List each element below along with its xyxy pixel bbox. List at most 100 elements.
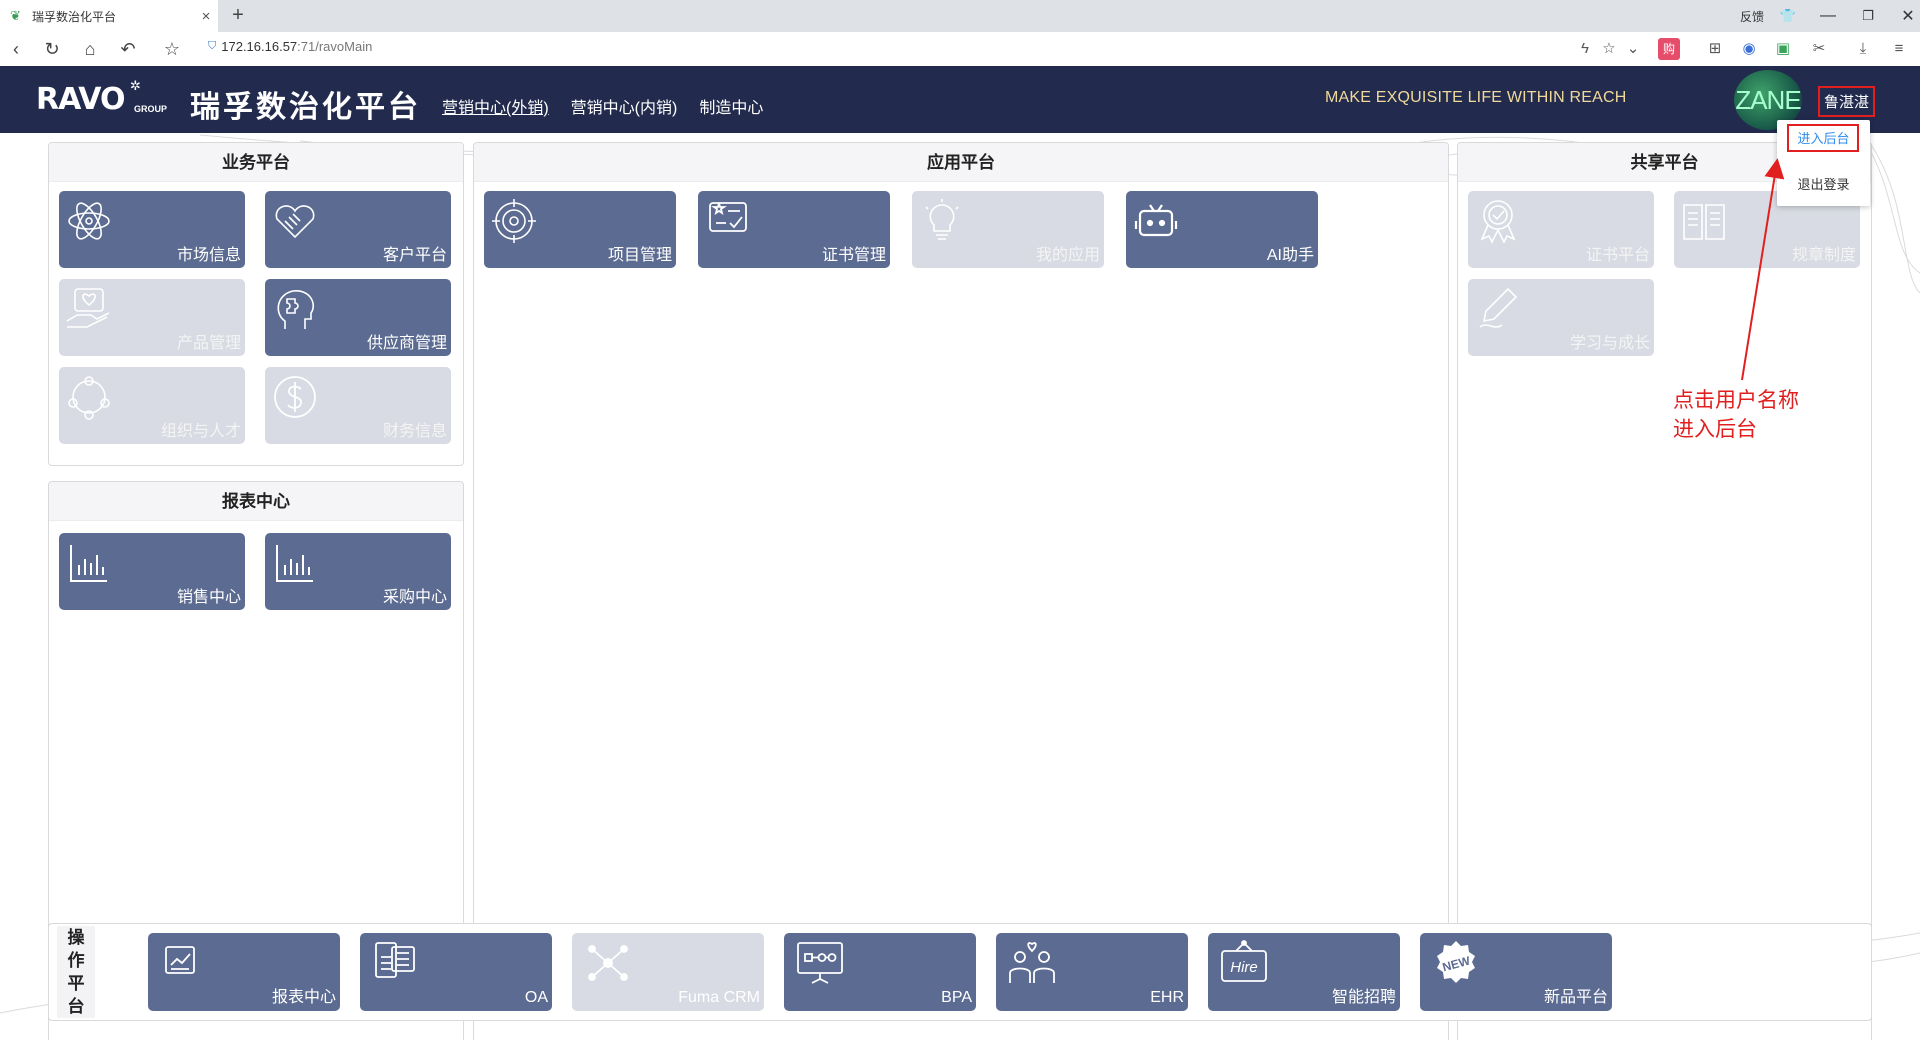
- slogan: MAKE EXQUISITE LIFE WITHIN REACH: [1325, 89, 1627, 106]
- apps-panel: 应用平台 项目管理 证书管理 我的应用 AI助手: [473, 142, 1449, 1040]
- side-label-char: 操: [67, 928, 85, 947]
- nav-marketing-domestic[interactable]: 营销中心(内销): [571, 94, 678, 118]
- new-badge-icon: NEW: [1437, 941, 1475, 983]
- lightning-icon[interactable]: ϟ: [1574, 38, 1596, 60]
- tile-customer-platform[interactable]: 客户平台: [265, 191, 451, 268]
- download-icon[interactable]: ⤓: [1852, 38, 1874, 60]
- username-button[interactable]: 鲁湛湛: [1818, 86, 1876, 117]
- tile-label: Fuma CRM: [678, 989, 760, 1006]
- content-area: 业务平台 市场信息 客户平台 产品管理 供应商管理 组织与人才 财务信息 报表中…: [0, 133, 1920, 1040]
- tile-market-info[interactable]: 市场信息: [59, 191, 245, 268]
- dollar-icon: [274, 376, 316, 418]
- menu-icon[interactable]: ≡: [1888, 38, 1910, 60]
- logout-menu-item[interactable]: 退出登录: [1777, 174, 1870, 193]
- restore-icon[interactable]: ❐: [1848, 8, 1888, 24]
- tile-label: OA: [524, 989, 548, 1006]
- nav-marketing-export[interactable]: 营销中心(外销): [442, 94, 549, 118]
- tile-label: AI助手: [1266, 247, 1314, 264]
- robot-icon: [1134, 204, 1178, 237]
- tile-ai-assistant[interactable]: AI助手: [1126, 191, 1318, 268]
- reload-icon[interactable]: ↻: [40, 37, 64, 61]
- tile-certificate-management[interactable]: 证书管理: [698, 191, 890, 268]
- ravo-logo: RAVO: [36, 82, 125, 117]
- window-controls: 反馈 👕 — ❐ ✕: [1736, 0, 1920, 32]
- side-label-char: 台: [67, 997, 85, 1016]
- tile-new-product-platform[interactable]: NEW 新品平台: [1420, 933, 1612, 1011]
- tile-smart-recruiting[interactable]: Hire 智能招聘: [1208, 933, 1400, 1011]
- tab-close-icon[interactable]: ×: [194, 8, 218, 25]
- feedback-button[interactable]: 反馈: [1736, 8, 1768, 25]
- tile-project-management[interactable]: 项目管理: [484, 191, 676, 268]
- panel-title: 应用平台: [474, 143, 1448, 182]
- tab-title: 瑞孚数治化平台: [32, 9, 117, 24]
- tile-sales-center[interactable]: 销售中心: [59, 533, 245, 610]
- user-dropdown-menu: 进入后台 退出登录: [1777, 120, 1870, 206]
- tile-label: 证书管理: [821, 247, 886, 264]
- nav-manufacturing[interactable]: 制造中心: [699, 94, 763, 118]
- tile-my-apps[interactable]: 我的应用: [912, 191, 1104, 268]
- address-bar: ‹ ↻ ⌂ ↶ ☆ ⛉ 172.16.16.57:71/ravoMain ϟ ☆…: [0, 32, 1920, 67]
- tile-label: 销售中心: [176, 589, 241, 606]
- handshake-icon: [275, 205, 315, 239]
- lightbulb-icon: [925, 199, 959, 240]
- tile-bpa[interactable]: BPA: [784, 933, 976, 1011]
- id-card-icon: [375, 942, 415, 978]
- mouse-icon[interactable]: ◉: [1738, 38, 1760, 60]
- tile-label: 新品平台: [1543, 989, 1608, 1006]
- tile-finance-info[interactable]: 财务信息: [265, 367, 451, 444]
- tile-ehr[interactable]: EHR: [996, 933, 1188, 1011]
- bookmark-star-icon[interactable]: ☆: [160, 37, 184, 61]
- brand-title: 瑞孚数治化平台: [190, 91, 421, 124]
- tile-label: 供应商管理: [366, 335, 447, 352]
- chevron-down-icon[interactable]: ⌄: [1622, 38, 1644, 60]
- extension-icon[interactable]: 购: [1658, 38, 1680, 60]
- tile-label: 采购中心: [382, 589, 447, 606]
- tile-supplier-management[interactable]: 供应商管理: [265, 279, 451, 356]
- new-tab-button[interactable]: +: [226, 4, 250, 28]
- panel-title: 业务平台: [49, 143, 463, 182]
- home-icon[interactable]: ⌂: [78, 37, 102, 61]
- tile-label: 智能招聘: [1331, 989, 1396, 1006]
- tile-purchasing-center[interactable]: 采购中心: [265, 533, 451, 610]
- business-panel: 业务平台 市场信息 客户平台 产品管理 供应商管理 组织与人才 财务信息: [48, 142, 464, 466]
- favorite-star-icon[interactable]: ☆: [1598, 38, 1620, 60]
- shirt-icon[interactable]: 👕: [1768, 8, 1808, 24]
- tile-organization-talent[interactable]: 组织与人才: [59, 367, 245, 444]
- url-field[interactable]: ⛉ 172.16.16.57:71/ravoMain: [208, 39, 372, 54]
- tile-label: 证书平台: [1585, 247, 1650, 264]
- panel-title: 报表中心: [49, 482, 463, 521]
- tile-report-center[interactable]: 报表中心: [148, 933, 340, 1011]
- window-close-icon[interactable]: ✕: [1888, 6, 1920, 26]
- tile-label: 我的应用: [1035, 247, 1100, 264]
- scissors-icon[interactable]: ✂: [1808, 38, 1830, 60]
- browser-tab[interactable]: ❦ 瑞孚数治化平台 ×: [0, 0, 218, 32]
- back-icon[interactable]: ‹: [4, 37, 28, 61]
- undo-icon[interactable]: ↶: [116, 37, 140, 61]
- operations-panel: 操 作 平 台 报表中心 OA Fuma CRM BPA EHR Hire 智能…: [48, 923, 1872, 1021]
- network-icon: [588, 945, 628, 981]
- browser-tabstrip: ❦ 瑞孚数治化平台 × + 反馈 👕 — ❐ ✕: [0, 0, 1920, 33]
- bar-chart-icon: [276, 545, 313, 582]
- atom-icon: [68, 202, 110, 240]
- tile-certificate-platform[interactable]: 证书平台: [1468, 191, 1654, 268]
- apps-grid-icon[interactable]: ⊞: [1704, 38, 1726, 60]
- tile-label: 市场信息: [176, 247, 241, 264]
- people-circle-icon: [68, 376, 110, 420]
- enter-admin-menu-item[interactable]: 进入后台: [1777, 128, 1870, 150]
- tile-learning-growth[interactable]: 学习与成长: [1468, 279, 1654, 356]
- wechat-icon[interactable]: ▣: [1772, 38, 1794, 60]
- tile-label: 报表中心: [271, 989, 336, 1006]
- tile-oa[interactable]: OA: [360, 933, 552, 1011]
- tile-label: EHR: [1150, 989, 1184, 1006]
- tile-product-management[interactable]: 产品管理: [59, 279, 245, 356]
- puzzle-head-icon: [277, 290, 315, 329]
- minimize-icon[interactable]: —: [1808, 7, 1848, 25]
- svg-text:Hire: Hire: [1230, 959, 1258, 976]
- tile-fuma-crm[interactable]: Fuma CRM: [572, 933, 764, 1011]
- logo-star-icon: ✲: [130, 78, 141, 93]
- shield-icon: ⛉: [208, 40, 217, 52]
- side-label-char: 作: [67, 951, 85, 970]
- tile-label: 财务信息: [382, 423, 447, 440]
- award-icon: [1480, 200, 1516, 244]
- operations-side-label: 操 作 平 台: [57, 926, 95, 1018]
